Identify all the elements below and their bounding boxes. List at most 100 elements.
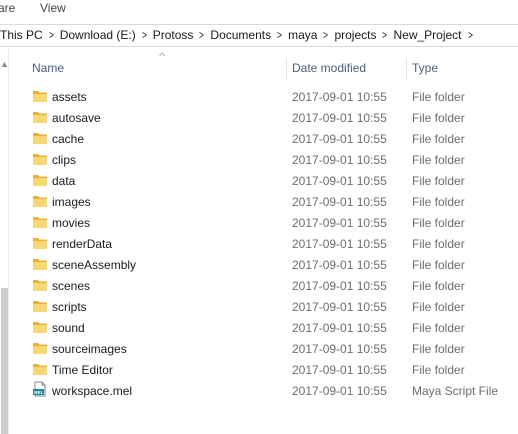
- item-type: File folder: [412, 342, 465, 356]
- item-name: sceneAssembly: [52, 258, 137, 272]
- list-item[interactable]: renderData 2017-09-01 10:55 File folder: [10, 233, 518, 254]
- chevron-right-icon[interactable]: >: [380, 25, 389, 46]
- breadcrumb-download-drive[interactable]: Download (E:): [58, 25, 138, 46]
- chevron-right-icon[interactable]: >: [47, 25, 56, 46]
- svg-text:MEL: MEL: [34, 390, 44, 395]
- item-name: workspace.mel: [52, 384, 133, 398]
- mel-file-icon: MEL: [32, 381, 48, 397]
- item-name: renderData: [52, 237, 113, 251]
- item-type: File folder: [412, 153, 465, 167]
- ribbon-tabs: are View: [0, 0, 518, 18]
- folder-icon: [32, 320, 48, 334]
- item-date-modified: 2017-09-01 10:55: [292, 279, 387, 293]
- list-item[interactable]: MEL workspace.mel 2017-09-01 10:55 Maya Scr…: [10, 380, 518, 401]
- folder-icon: [32, 110, 48, 124]
- item-name: sound: [52, 321, 85, 335]
- folder-icon: [32, 215, 48, 229]
- folder-icon: [32, 278, 48, 292]
- item-name: scripts: [52, 300, 87, 314]
- file-list: assets 2017-09-01 10:55 File folder autosav…: [10, 86, 518, 401]
- breadcrumb-projects[interactable]: projects: [332, 25, 378, 46]
- list-item[interactable]: scripts 2017-09-01 10:55 File folder: [10, 296, 518, 317]
- column-divider[interactable]: [286, 58, 287, 80]
- item-type: Maya Script File: [412, 384, 499, 398]
- list-item[interactable]: scenes 2017-09-01 10:55 File folder: [10, 275, 518, 296]
- item-type: File folder: [412, 132, 465, 146]
- item-name: sourceimages: [52, 342, 127, 356]
- folder-icon: [32, 299, 48, 313]
- scrollbar-thumb[interactable]: [1, 288, 8, 434]
- breadcrumb-documents[interactable]: Documents: [208, 25, 273, 46]
- chevron-right-icon[interactable]: >: [140, 25, 149, 46]
- breadcrumb-protoss[interactable]: Protoss: [151, 25, 196, 46]
- list-item[interactable]: sourceimages 2017-09-01 10:55 File folder: [10, 338, 518, 359]
- item-date-modified: 2017-09-01 10:55: [292, 384, 387, 398]
- item-name: scenes: [52, 279, 91, 293]
- list-item[interactable]: sceneAssembly 2017-09-01 10:55 File folder: [10, 254, 518, 275]
- item-name: clips: [52, 153, 77, 167]
- item-date-modified: 2017-09-01 10:55: [292, 90, 387, 104]
- chevron-right-icon[interactable]: >: [275, 25, 284, 46]
- list-item[interactable]: autosave 2017-09-01 10:55 File folder: [10, 107, 518, 128]
- scroll-up-arrow-icon[interactable]: ▲: [0, 60, 9, 69]
- chevron-right-icon[interactable]: >: [465, 25, 474, 46]
- item-date-modified: 2017-09-01 10:55: [292, 195, 387, 209]
- list-item[interactable]: images 2017-09-01 10:55 File folder: [10, 191, 518, 212]
- item-name: assets: [52, 90, 87, 104]
- item-date-modified: 2017-09-01 10:55: [292, 321, 387, 335]
- tab-view[interactable]: View: [40, 1, 66, 15]
- item-type: File folder: [412, 258, 465, 272]
- item-type: File folder: [412, 363, 465, 377]
- item-type: File folder: [412, 300, 465, 314]
- breadcrumb-maya[interactable]: maya: [286, 25, 319, 46]
- breadcrumb-new-project[interactable]: New_Project: [391, 25, 463, 46]
- address-bar[interactable]: This PC > Download (E:) > Protoss > Docu…: [0, 24, 518, 47]
- folder-icon: [32, 152, 48, 166]
- item-date-modified: 2017-09-01 10:55: [292, 153, 387, 167]
- list-item[interactable]: assets 2017-09-01 10:55 File folder: [10, 86, 518, 107]
- item-type: File folder: [412, 237, 465, 251]
- folder-icon: [32, 194, 48, 208]
- item-date-modified: 2017-09-01 10:55: [292, 342, 387, 356]
- folder-icon: [32, 236, 48, 250]
- item-name: movies: [52, 216, 91, 230]
- folder-icon: [32, 173, 48, 187]
- item-name: Time Editor: [52, 363, 113, 377]
- column-header: ^ Name Date modified Type: [10, 48, 518, 86]
- list-item[interactable]: data 2017-09-01 10:55 File folder: [10, 170, 518, 191]
- column-divider[interactable]: [406, 58, 407, 80]
- item-type: File folder: [412, 90, 465, 104]
- item-name: autosave: [52, 111, 101, 125]
- list-item[interactable]: clips 2017-09-01 10:55 File folder: [10, 149, 518, 170]
- item-date-modified: 2017-09-01 10:55: [292, 258, 387, 272]
- item-date-modified: 2017-09-01 10:55: [292, 132, 387, 146]
- item-type: File folder: [412, 195, 465, 209]
- column-name[interactable]: Name: [32, 61, 64, 75]
- item-date-modified: 2017-09-01 10:55: [292, 363, 387, 377]
- navigation-pane[interactable]: ▲: [0, 48, 9, 434]
- chevron-right-icon[interactable]: >: [197, 25, 206, 46]
- column-date-modified[interactable]: Date modified: [292, 61, 366, 75]
- item-name: cache: [52, 132, 85, 146]
- item-name: data: [52, 174, 76, 188]
- breadcrumb-this-pc[interactable]: This PC: [0, 25, 45, 46]
- folder-icon: [32, 89, 48, 103]
- list-item[interactable]: sound 2017-09-01 10:55 File folder: [10, 317, 518, 338]
- item-type: File folder: [412, 111, 465, 125]
- item-date-modified: 2017-09-01 10:55: [292, 300, 387, 314]
- column-type[interactable]: Type: [412, 61, 438, 75]
- list-item[interactable]: movies 2017-09-01 10:55 File folder: [10, 212, 518, 233]
- list-item[interactable]: Time Editor 2017-09-01 10:55 File folder: [10, 359, 518, 380]
- item-date-modified: 2017-09-01 10:55: [292, 111, 387, 125]
- item-date-modified: 2017-09-01 10:55: [292, 216, 387, 230]
- chevron-right-icon[interactable]: >: [321, 25, 330, 46]
- tab-share[interactable]: are: [0, 1, 15, 15]
- list-item[interactable]: cache 2017-09-01 10:55 File folder: [10, 128, 518, 149]
- item-date-modified: 2017-09-01 10:55: [292, 237, 387, 251]
- item-date-modified: 2017-09-01 10:55: [292, 174, 387, 188]
- sort-up-icon: ^: [159, 51, 166, 61]
- breadcrumb: This PC > Download (E:) > Protoss > Docu…: [0, 25, 477, 46]
- item-name: images: [52, 195, 91, 209]
- folder-icon: [32, 257, 48, 271]
- folder-icon: [32, 362, 48, 376]
